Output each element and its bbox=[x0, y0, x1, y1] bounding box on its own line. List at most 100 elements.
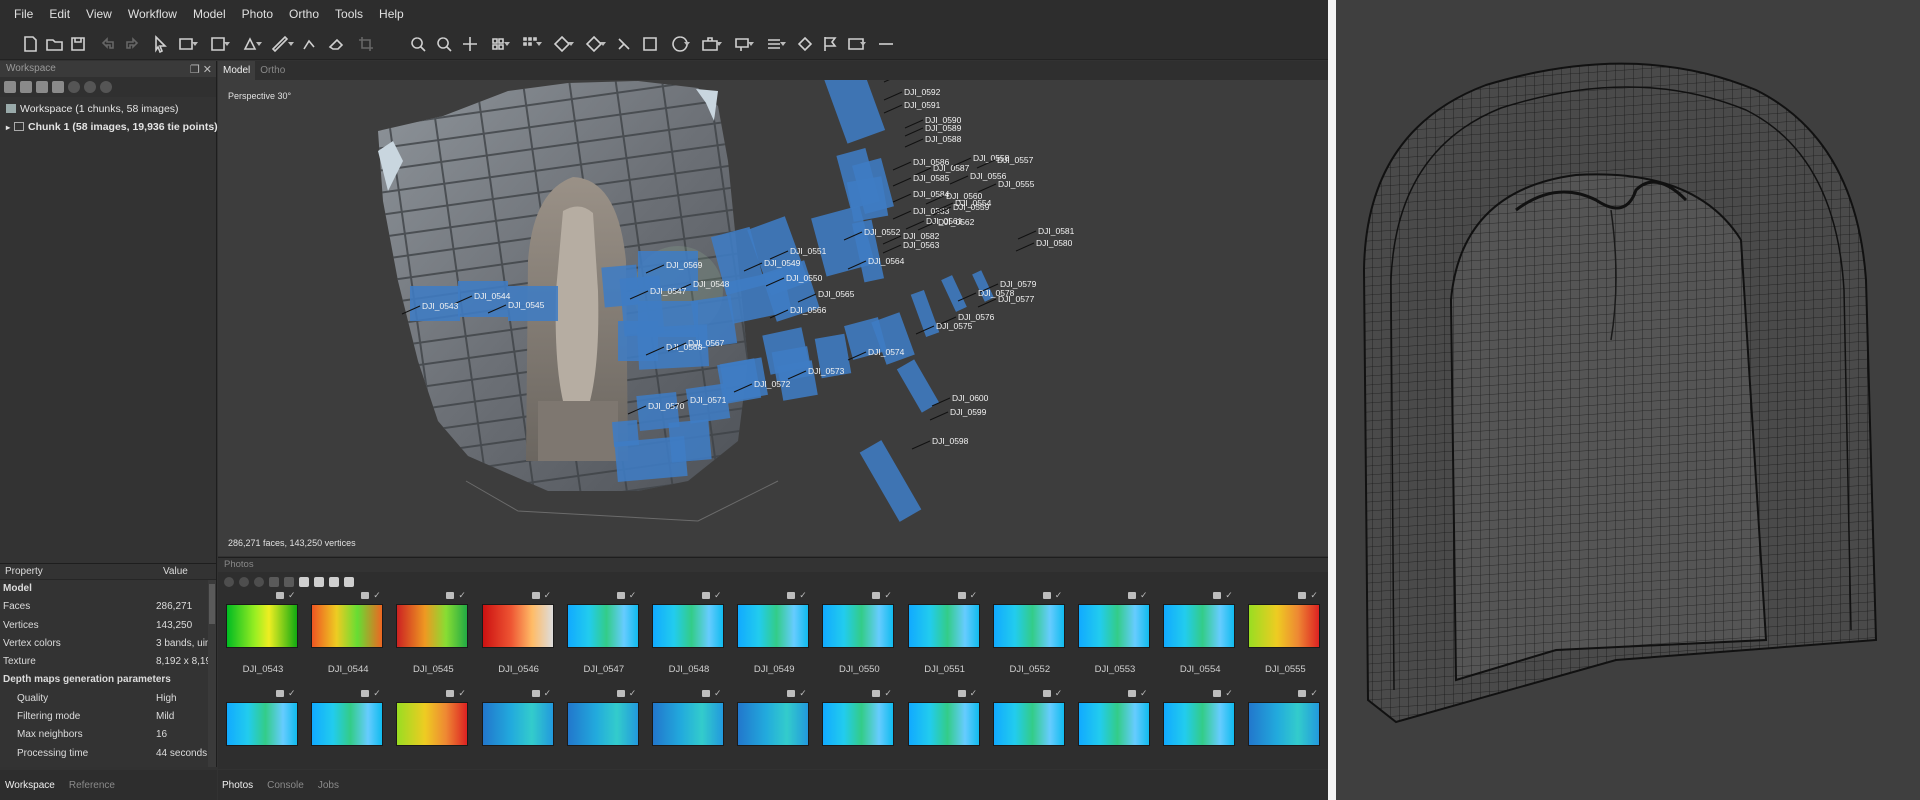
property-row[interactable]: Processing time 44 seconds bbox=[0, 745, 216, 763]
camera-label[interactable]: DJI_0570 bbox=[648, 401, 685, 411]
menu-photo[interactable]: Photo bbox=[234, 7, 281, 21]
camera-label[interactable]: DJI_0585 bbox=[913, 173, 950, 183]
add-folder-icon[interactable] bbox=[36, 81, 48, 93]
dropdown-arrow-icon[interactable] bbox=[716, 42, 722, 46]
photo-thumbnail[interactable]: ✓ bbox=[394, 689, 469, 780]
camera-label[interactable]: DJI_0555 bbox=[998, 179, 1035, 189]
viewport-tab-ortho[interactable]: Ortho bbox=[255, 61, 290, 80]
show-depth-icon[interactable] bbox=[329, 577, 339, 587]
rotate-left-icon[interactable] bbox=[269, 577, 279, 587]
value-column-header[interactable]: Value bbox=[158, 564, 188, 579]
tab-workspace[interactable]: Workspace bbox=[5, 780, 55, 791]
viewport-tab-model[interactable]: Model bbox=[218, 61, 256, 80]
camera-label[interactable]: DJI_0583 bbox=[913, 206, 950, 216]
remove-photo-icon[interactable] bbox=[254, 577, 264, 587]
camera-frame[interactable] bbox=[859, 440, 922, 522]
crop-icon[interactable] bbox=[356, 34, 376, 54]
photo-thumbnail[interactable]: ✓ DJI_0550 bbox=[820, 591, 895, 682]
show-masks-icon[interactable] bbox=[314, 577, 324, 587]
camera-label[interactable]: DJI_0550 bbox=[786, 273, 823, 283]
camera-label[interactable]: DJI_0599 bbox=[950, 407, 987, 417]
camera-label[interactable]: DJI_0549 bbox=[764, 258, 801, 268]
photo-thumbnail[interactable]: ✓ bbox=[991, 689, 1065, 780]
dropdown-arrow-icon[interactable] bbox=[256, 42, 262, 46]
photo-thumbnail[interactable]: ✓ DJI_0548 bbox=[650, 591, 724, 682]
flag-icon[interactable] bbox=[820, 34, 840, 54]
draw-polyline-icon[interactable] bbox=[300, 34, 320, 54]
camera-label[interactable]: DJI_0573 bbox=[808, 366, 845, 376]
remove-icon[interactable] bbox=[100, 81, 112, 93]
scrollbar-thumb[interactable] bbox=[209, 584, 215, 624]
photo-thumbnail[interactable]: ✓ bbox=[1161, 689, 1236, 780]
view-mode-icon[interactable] bbox=[344, 577, 354, 587]
disable-icon[interactable] bbox=[84, 81, 96, 93]
tab-console[interactable]: Console bbox=[267, 780, 304, 791]
camera-label[interactable]: DJI_0591 bbox=[904, 100, 941, 110]
photo-thumbnail[interactable]: ✓ DJI_0543 bbox=[224, 591, 298, 682]
camera-label[interactable]: DJI_0565 bbox=[818, 289, 855, 299]
photo-thumbnail[interactable]: ✓ bbox=[1076, 689, 1150, 780]
camera-frame[interactable] bbox=[941, 275, 967, 312]
photo-thumbnail[interactable]: ✓ DJI_0544 bbox=[309, 591, 384, 682]
property-row[interactable]: Vertices 143,250 bbox=[0, 617, 216, 635]
photo-thumbnail[interactable]: ✓ bbox=[309, 689, 384, 780]
photo-thumbnail[interactable]: ✓ DJI_0547 bbox=[565, 591, 639, 682]
save-icon[interactable] bbox=[68, 34, 88, 54]
camera-label[interactable]: DJI_0584 bbox=[913, 189, 950, 199]
property-row[interactable]: Max neighbors 16 bbox=[0, 726, 216, 744]
menu-workflow[interactable]: Workflow bbox=[120, 7, 185, 21]
camera-label[interactable]: DJI_0571 bbox=[690, 395, 727, 405]
camera-label[interactable]: DJI_0600 bbox=[952, 393, 989, 403]
photo-thumbnail[interactable]: ✓ bbox=[735, 689, 810, 780]
photo-thumbnail[interactable]: ✓ DJI_0552 bbox=[991, 591, 1065, 682]
add-photos-icon[interactable] bbox=[20, 81, 32, 93]
dropdown-arrow-icon[interactable] bbox=[860, 42, 866, 46]
new-icon[interactable] bbox=[20, 34, 40, 54]
camera-frame[interactable] bbox=[668, 419, 712, 463]
dropdown-arrow-icon[interactable] bbox=[288, 42, 294, 46]
ruler-icon[interactable] bbox=[270, 34, 290, 54]
property-row[interactable]: Filtering mode Mild bbox=[0, 708, 216, 726]
workspace-root-item[interactable]: Workspace (1 chunks, 58 images) bbox=[0, 100, 216, 118]
photo-thumbnail[interactable]: ✓ DJI_0551 bbox=[906, 591, 980, 682]
photo-thumbnail[interactable]: ✓ DJI_0549 bbox=[735, 591, 810, 682]
dropdown-arrow-icon[interactable] bbox=[536, 42, 542, 46]
rotate-right-icon[interactable] bbox=[284, 577, 294, 587]
camera-label[interactable]: DJI_0577 bbox=[998, 294, 1035, 304]
open-icon[interactable] bbox=[44, 34, 64, 54]
model-viewport[interactable]: DJI_0593DJI_0592DJI_0591DJI_0590DJI_0589… bbox=[218, 61, 1328, 556]
dropdown-arrow-icon[interactable] bbox=[224, 42, 230, 46]
camera-label[interactable]: DJI_0552 bbox=[864, 227, 901, 237]
disable-photo-icon[interactable] bbox=[239, 577, 249, 587]
photo-thumbnail[interactable]: ✓ bbox=[480, 689, 554, 780]
photo-thumbnail[interactable]: ✓ bbox=[1246, 689, 1321, 780]
property-row[interactable]: Vertex colors 3 bands, uin bbox=[0, 635, 216, 653]
camera-label[interactable]: DJI_0589 bbox=[925, 123, 962, 133]
photo-thumbnail[interactable]: ✓ DJI_0554 bbox=[1161, 591, 1236, 682]
photo-thumbnail[interactable]: ✓ DJI_0546 bbox=[480, 591, 554, 682]
tree-item-chunk[interactable]: ▸ Chunk 1 (58 images, 19,936 tie points) … bbox=[0, 118, 235, 136]
property-row[interactable]: Model bbox=[0, 580, 216, 598]
camera-label[interactable]: DJI_0581 bbox=[1038, 226, 1075, 236]
camera-label[interactable]: DJI_0548 bbox=[693, 279, 730, 289]
hide-icon[interactable] bbox=[876, 34, 896, 54]
photo-thumbnail[interactable]: ✓ bbox=[820, 689, 895, 780]
move-object-icon[interactable] bbox=[460, 34, 480, 54]
camera-label[interactable]: DJI_0561 bbox=[926, 216, 963, 226]
property-row[interactable]: Faces 286,271 bbox=[0, 598, 216, 616]
camera-frame[interactable] bbox=[601, 264, 640, 308]
zoom-in-icon[interactable] bbox=[408, 34, 428, 54]
photo-thumbnail[interactable]: ✓ bbox=[565, 689, 639, 780]
camera-label[interactable]: DJI_0569 bbox=[666, 260, 703, 270]
camera-label[interactable]: DJI_0572 bbox=[754, 379, 791, 389]
camera-label[interactable]: DJI_0557 bbox=[997, 155, 1034, 165]
photo-thumbnail[interactable]: ✓ bbox=[650, 689, 724, 780]
dropdown-arrow-icon[interactable] bbox=[192, 42, 198, 46]
dropdown-arrow-icon[interactable] bbox=[568, 42, 574, 46]
properties-scrollbar[interactable] bbox=[208, 580, 216, 767]
camera-frame[interactable] bbox=[896, 359, 940, 413]
camera-label[interactable]: DJI_0588 bbox=[925, 134, 962, 144]
menu-model[interactable]: Model bbox=[185, 7, 234, 21]
tab-jobs[interactable]: Jobs bbox=[318, 780, 339, 791]
tab-reference[interactable]: Reference bbox=[69, 780, 115, 791]
